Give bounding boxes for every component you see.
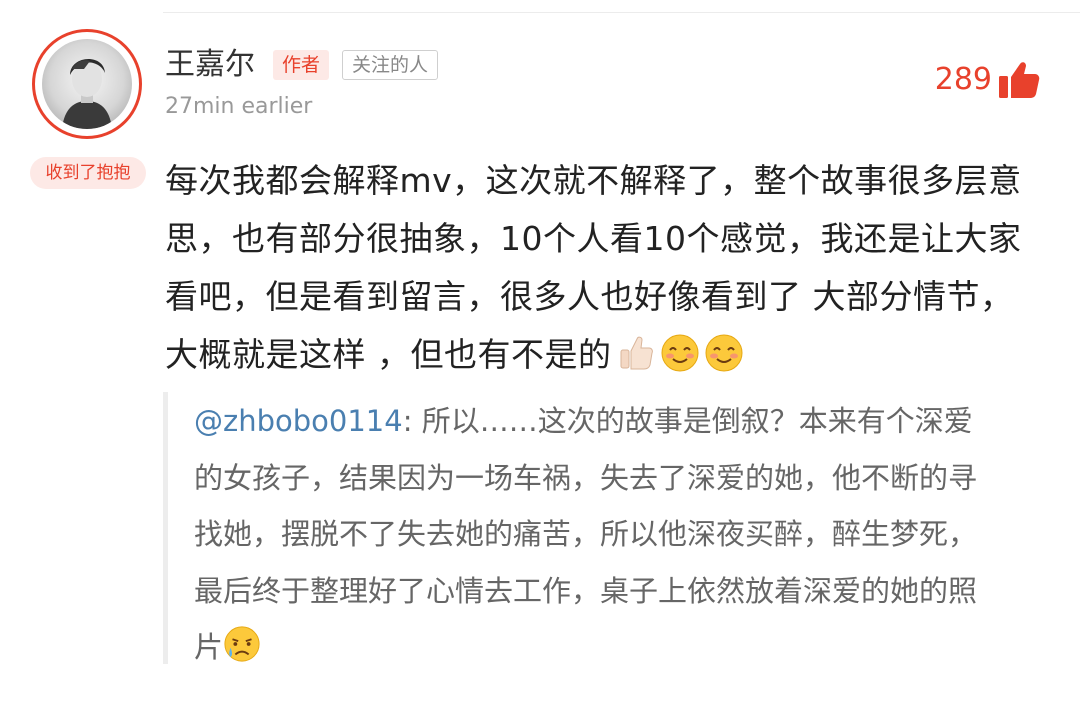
author-tag: 作者: [273, 50, 330, 80]
like-count: 289: [934, 62, 992, 97]
thumbs-up-emoji: [616, 333, 656, 373]
avatar-photo: [42, 39, 132, 129]
comment-timestamp: 27min earlier: [165, 94, 313, 119]
thumbs-up-icon: [998, 60, 1040, 100]
quoted-reply: @zhbobo0114: 所以……这次的故事是倒叙？本来有个深爱的女孩子，结果因…: [194, 393, 994, 676]
mention-link[interactable]: @zhbobo0114: [194, 404, 403, 438]
comment-text: 每次我都会解释mv，这次就不解释了，整个故事很多层意思，也有部分很抽象，10个人…: [165, 152, 1045, 384]
author-name[interactable]: 王嘉尔: [165, 45, 255, 85]
following-tag: 关注的人: [342, 50, 439, 80]
comment-body: 每次我都会解释mv，这次就不解释了，整个故事很多层意思，也有部分很抽象，10个人…: [165, 161, 1022, 374]
quote-bar: [163, 392, 168, 664]
smiling-blush-emoji: [660, 333, 700, 373]
quoted-reply-text: : 所以……这次的故事是倒叙？本来有个深爱的女孩子，结果因为一场车祸，失去了深爱…: [194, 404, 978, 664]
hug-badge: 收到了抱抱: [30, 157, 146, 189]
smiling-blush-emoji: [704, 333, 744, 373]
crying-face-emoji: [223, 625, 261, 663]
avatar[interactable]: [32, 29, 142, 139]
like-button[interactable]: 289: [935, 58, 1040, 102]
top-divider: [163, 12, 1080, 13]
